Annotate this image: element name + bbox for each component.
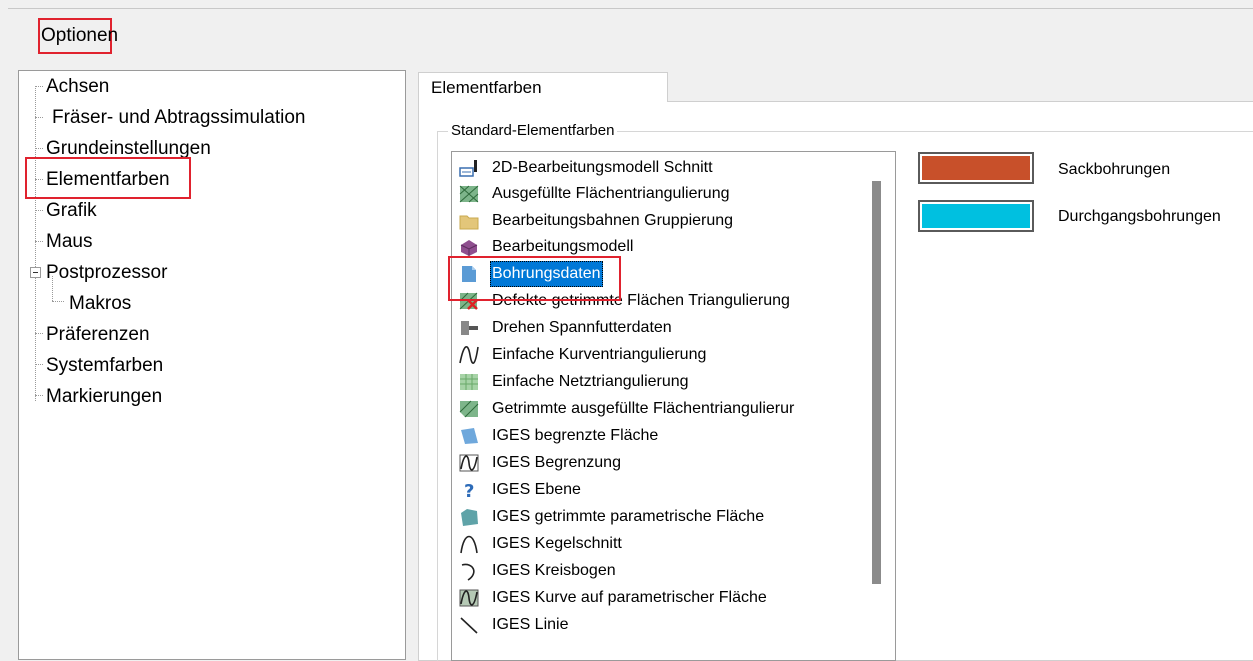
tree-connector (35, 333, 43, 334)
machining-model-icon (459, 237, 479, 257)
swatch-fill (922, 204, 1030, 228)
list-item-label: Ausgefüllte Flächentriangulierung (492, 185, 730, 202)
list-item-label: Einfache Netztriangulierung (492, 373, 689, 390)
curve-on-surface-icon (459, 588, 479, 608)
tree-connector (52, 301, 64, 302)
hole-data-icon (459, 264, 479, 284)
tree-item-maus[interactable]: Maus (46, 231, 92, 253)
boundary-icon (459, 453, 479, 473)
bounded-surface-icon (459, 426, 479, 446)
list-item-label: Bearbeitungsbahnen Gruppierung (492, 212, 734, 229)
list-item-label: IGES getrimmte parametrische Fläche (492, 508, 765, 525)
list-item-label: IGES Kurve auf parametrischer Fläche (492, 589, 767, 606)
list-item-label: Bearbeitungsmodell (492, 238, 634, 255)
folder-icon (459, 211, 479, 231)
window-top-border (8, 8, 1253, 9)
conic-icon (459, 534, 479, 554)
arc-icon (459, 561, 479, 581)
list-item-label: Bohrungsdaten (490, 261, 603, 287)
tree-connector (35, 395, 43, 396)
trimmed-triangulation-icon (459, 399, 479, 419)
line-icon (459, 615, 479, 635)
curve-icon (459, 345, 479, 365)
list-item-label: IGES Kreisbogen (492, 562, 616, 579)
filled-triangulation-icon (459, 184, 479, 204)
section-2d-icon (459, 158, 479, 178)
list-item-label: IGES Begrenzung (492, 454, 621, 471)
tree-connector (35, 241, 43, 242)
list-item-label: Getrimmte ausgefüllte Flächentriangulier… (492, 400, 795, 417)
element-color-list[interactable]: 2D-Bearbeitungsmodell Schnitt Ausgefüllt… (451, 151, 896, 661)
list-item-label: IGES Linie (492, 616, 569, 633)
list-item-label: Defekte getrimmte Flächen Triangulierung (492, 292, 790, 309)
tree-item-postprozessor[interactable]: Postprozessor (46, 262, 167, 284)
tree-item-makros[interactable]: Makros (69, 293, 131, 315)
tree-item-praeferenzen[interactable]: Präferenzen (46, 324, 150, 346)
list-item-label: Einfache Kurventriangulierung (492, 346, 707, 363)
tree-item-fraeser-abtragssimulation[interactable]: Fräser- und Abtragssimulation (52, 107, 305, 129)
trimmed-surface-icon (459, 507, 479, 527)
collapse-icon[interactable] (30, 267, 41, 278)
tree-connector (35, 86, 36, 401)
tree-connector (35, 210, 43, 211)
list-item-label: Drehen Spannfutterdaten (492, 319, 672, 336)
chuck-icon (459, 318, 479, 338)
tree-connector (35, 117, 43, 118)
color-label-durchgangsbohrungen: Durchgangsbohrungen (1058, 208, 1221, 225)
tree-item-markierungen[interactable]: Markierungen (46, 386, 162, 408)
window-title: Optionen (38, 18, 118, 54)
tree-item-grafik[interactable]: Grafik (46, 200, 97, 222)
color-swatch-durchgangsbohrungen[interactable] (918, 200, 1034, 232)
tree-item-elementfarben[interactable]: Elementfarben (46, 169, 170, 191)
mesh-icon (459, 372, 479, 392)
list-item-label: IGES begrenzte Fläche (492, 427, 659, 444)
group-label: Standard-Elementfarben (448, 122, 618, 140)
tree-item-achsen[interactable]: Achsen (46, 76, 109, 98)
question-icon: ? (459, 480, 479, 502)
list-scrollbar-thumb[interactable] (872, 181, 881, 584)
tab-elementfarben[interactable]: Elementfarben (418, 72, 668, 102)
list-item-label: 2D-Bearbeitungsmodell Schnitt (492, 159, 713, 176)
tree-item-grundeinstellungen[interactable]: Grundeinstellungen (46, 138, 211, 160)
list-item-label: IGES Ebene (492, 481, 581, 498)
svg-text:?: ? (464, 481, 474, 500)
swatch-fill (922, 156, 1030, 180)
options-tree[interactable]: Achsen Fräser- und Abtragssimulation Gru… (18, 70, 406, 660)
tree-connector (35, 364, 43, 365)
tree-connector (35, 86, 43, 87)
color-label-sackbohrungen: Sackbohrungen (1058, 161, 1171, 178)
list-item-label: IGES Kegelschnitt (492, 535, 622, 552)
defective-triangulation-icon (459, 291, 479, 311)
tree-connector (35, 179, 43, 180)
tree-item-systemfarben[interactable]: Systemfarben (46, 355, 163, 377)
tree-connector (35, 148, 43, 149)
color-swatch-sackbohrungen[interactable] (918, 152, 1034, 184)
